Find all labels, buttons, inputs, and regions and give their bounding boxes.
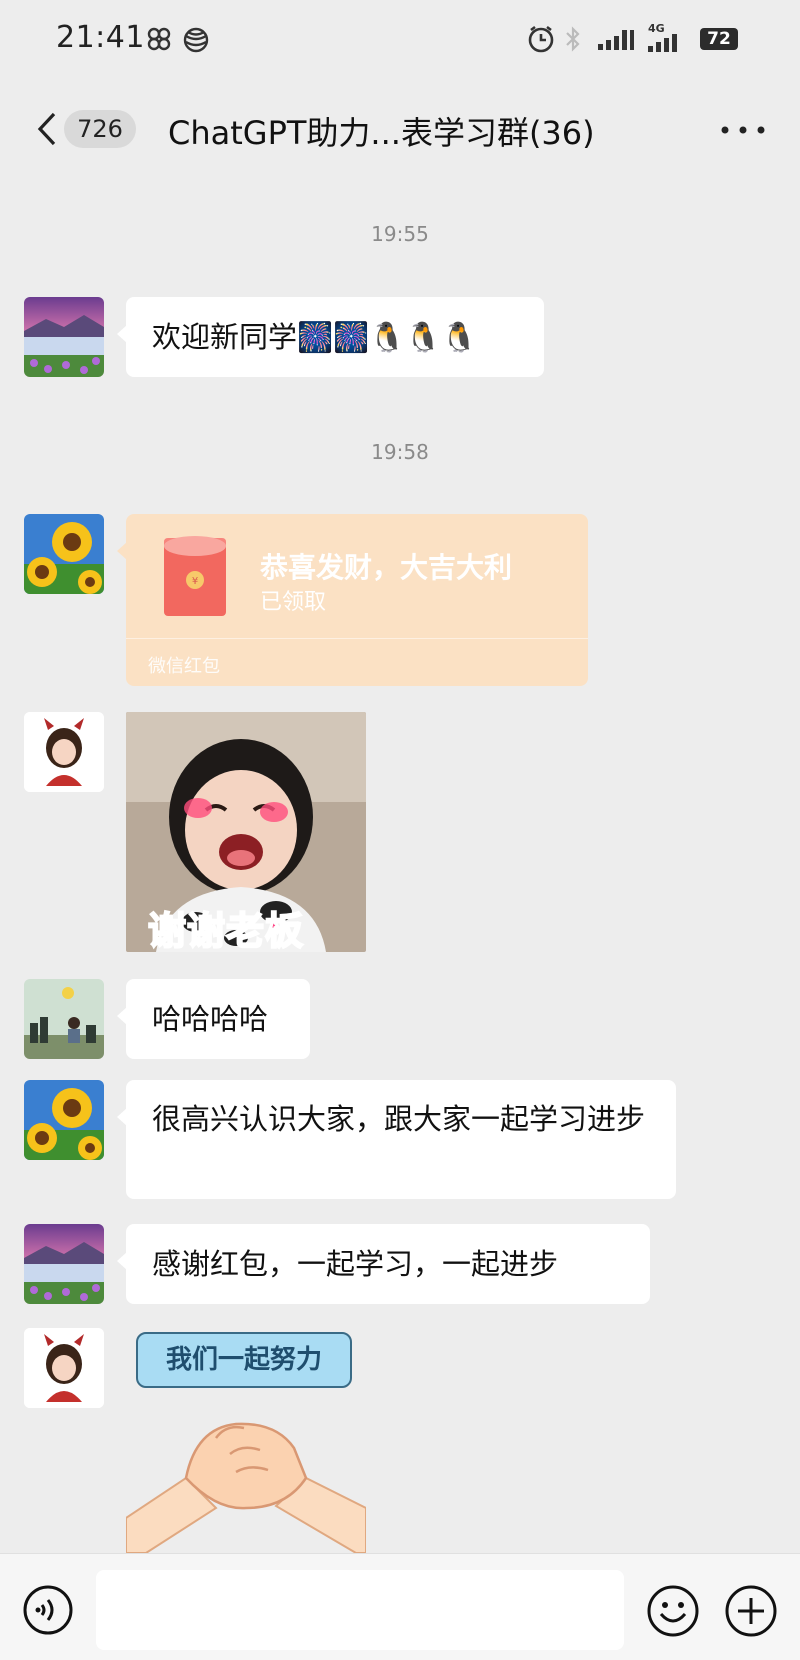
avatar[interactable] [24, 1328, 104, 1408]
handshake-sticker-icon [126, 1422, 366, 1553]
sunflower-avatar-icon [24, 514, 104, 594]
red-envelope-icon: ¥ [164, 536, 226, 616]
lake-landscape-avatar-icon [24, 297, 104, 377]
alarm-icon [528, 25, 554, 53]
sticker-image[interactable]: 谢谢老板 [126, 712, 366, 952]
message-bubble[interactable]: 很高兴认识大家，跟大家一起学习进步 [117, 1080, 676, 1199]
back-arrow-icon[interactable] [28, 106, 68, 152]
avatar[interactable] [24, 1224, 104, 1304]
more-functions-plus-icon[interactable] [724, 1584, 778, 1638]
avatar[interactable] [24, 979, 104, 1059]
cartoon-girl-avatar-icon [24, 712, 104, 792]
bluetooth-icon [566, 26, 580, 52]
sticker-caption: 谢谢老板 [147, 908, 305, 952]
unicom-logo-icon [147, 27, 171, 51]
sticker-caption: 我们一起努力 [136, 1332, 352, 1388]
signal-icon [598, 30, 634, 50]
message-bubble[interactable]: 感谢红包，一起学习，一起进步 [117, 1224, 650, 1304]
svg-text:¥: ¥ [192, 576, 198, 587]
battery-indicator: 72 [700, 28, 738, 50]
avatar[interactable] [24, 712, 104, 792]
divider [126, 638, 588, 639]
voice-input-icon[interactable] [22, 1584, 74, 1636]
china-mobile-logo-icon [183, 27, 209, 53]
cartoon-girl-avatar-icon [24, 1328, 104, 1408]
unread-count-badge[interactable]: 726 [64, 110, 136, 148]
red-packet-title: 恭喜发财，大吉大利 [260, 551, 513, 584]
more-options-icon[interactable] [718, 115, 768, 145]
sunflower-avatar-icon [24, 1080, 104, 1160]
avatar[interactable] [24, 1080, 104, 1160]
sticker-image[interactable]: 我们一起努力 [126, 1328, 366, 1553]
timestamp: 19:55 [371, 222, 429, 246]
message-bubble[interactable]: 欢迎新同学🎆🎆🐧🐧🐧 [117, 297, 544, 377]
chat-title: ChatGPT助力...表学习群(36) [168, 114, 595, 152]
status-bar: 21:41 4G 72 [0, 0, 800, 84]
avatar[interactable] [24, 297, 104, 377]
red-packet-card[interactable]: ¥ 恭喜发财，大吉大利 已领取 微信红包 [117, 514, 588, 686]
status-time: 21:41 [56, 20, 145, 55]
red-packet-status: 已领取 [260, 590, 327, 615]
message-input[interactable] [96, 1570, 624, 1650]
red-packet-brand: 微信红包 [148, 656, 220, 677]
signal-4g-icon [648, 34, 677, 52]
message-bubble[interactable]: 哈哈哈哈 [117, 979, 310, 1059]
avatar[interactable] [24, 514, 104, 594]
lake-landscape-avatar-icon [24, 1224, 104, 1304]
illustration-avatar-icon [24, 979, 104, 1059]
emoji-icon[interactable] [646, 1584, 700, 1638]
timestamp: 19:58 [371, 440, 429, 464]
